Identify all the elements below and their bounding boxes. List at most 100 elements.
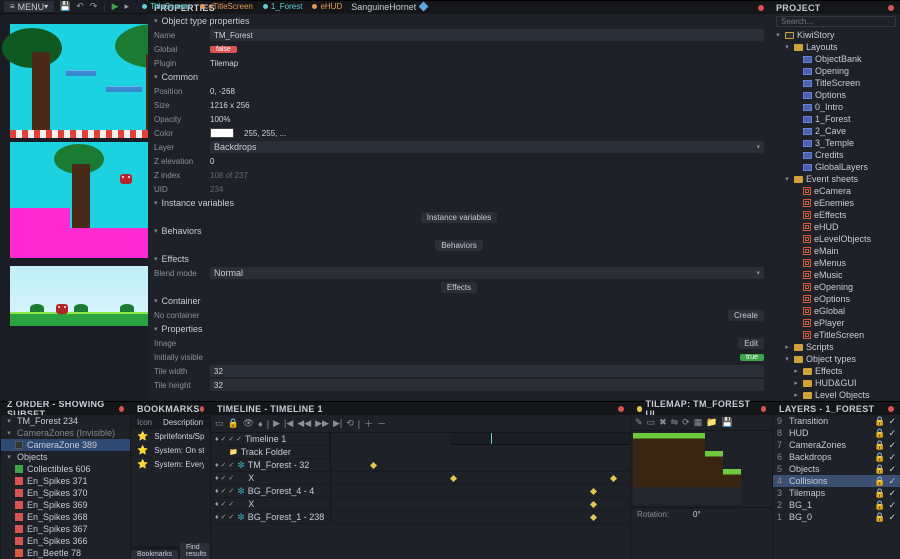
section-instance[interactable]: Instance variables (148, 196, 770, 210)
eye-icon: ✓ (888, 440, 896, 451)
eventsheet-icon (803, 259, 811, 267)
save-icon[interactable]: 💾 (60, 2, 70, 12)
tab-ehud[interactable]: eHUD (309, 2, 345, 11)
eye-icon: ✓ (888, 428, 896, 439)
preview-icon[interactable]: ▶ (112, 2, 119, 12)
eye-icon: ✓ (888, 416, 896, 427)
lock-icon: 🔒 (874, 428, 885, 439)
tm-erase-icon[interactable]: ✖ (659, 417, 667, 428)
lock-icon: 🔒 (874, 416, 885, 427)
layer-transition[interactable]: 9Transition🔒✓ (773, 415, 900, 427)
color-swatch[interactable] (210, 128, 234, 138)
layer-bg_1[interactable]: 2BG_1🔒✓ (773, 499, 900, 511)
edit-image-button[interactable]: Edit (738, 338, 764, 349)
eye-icon: ✓ (888, 476, 896, 487)
effects-button[interactable]: Effects (441, 282, 477, 293)
tilemap-palette[interactable] (631, 431, 772, 507)
lock-icon: 🔒 (874, 440, 885, 451)
layer-objects[interactable]: 5Objects🔒✓ (773, 463, 900, 475)
layer-tilemaps[interactable]: 3Tilemaps🔒✓ (773, 487, 900, 499)
tilemap-toolbar: ✎ ▭ ✖ ⇋ ⟳ ▦ 📁 💾 (631, 415, 772, 431)
eventsheet-icon (803, 283, 811, 291)
project-search-input[interactable] (776, 16, 896, 27)
undo-icon[interactable]: ↶ (76, 2, 84, 12)
tab-etitlescreen[interactable]: eTitleScreen (197, 2, 256, 11)
tm-patch-icon[interactable]: ▦ (694, 417, 703, 428)
tile-width-input[interactable] (210, 365, 764, 377)
section-behaviors[interactable]: Behaviors (148, 224, 770, 238)
section-container[interactable]: Container (148, 294, 770, 308)
layout-icon (803, 80, 812, 87)
tl-loop-icon[interactable]: ⟲ (346, 418, 354, 429)
folder-icon (803, 392, 812, 399)
eventsheet-icon (803, 187, 811, 195)
eventsheet-icon (803, 211, 811, 219)
tm-open-icon[interactable]: 📁 (706, 417, 717, 428)
properties-pane: Object type properties NameGlobalfalsePl… (148, 14, 770, 401)
bookmarks-tabs: Bookmarks Find results (131, 546, 210, 559)
user-badge[interactable]: SanguineHornet (351, 2, 427, 12)
folder-icon (794, 344, 803, 351)
menu-button[interactable]: ≡ MENU ▾ (4, 1, 54, 12)
layout-canvas[interactable]: ✎Edit＋Insert new objectAdd▸≡Timeline▸≣Z … (0, 14, 148, 401)
tl-play-icon[interactable]: ▶ (273, 418, 280, 429)
tm-flip-icon[interactable]: ⇋ (671, 417, 679, 428)
layer-hud[interactable]: 8HUD🔒✓ (773, 427, 900, 439)
tl-next-icon[interactable]: ▶▶ (315, 418, 329, 429)
tl-zoomin-icon[interactable]: ＋ (364, 417, 373, 430)
layer-collisions[interactable]: 4Collisions🔒✓ (773, 475, 900, 487)
eye-icon: ✓ (888, 488, 896, 499)
layout-icon (803, 164, 812, 171)
eye-icon: ✓ (888, 464, 896, 475)
lock-icon: 🔒 (874, 512, 885, 523)
lock-icon: 🔒 (874, 476, 885, 487)
lock-icon: 🔒 (874, 488, 885, 499)
tm-pencil-icon[interactable]: ✎ (635, 417, 643, 428)
create-container-button[interactable]: Create (728, 310, 764, 321)
tilemap-pane: TILEMAP: TM_FOREST UI... ✎ ▭ ✖ ⇋ ⟳ ▦ 📁 💾 (630, 401, 772, 559)
redo-icon[interactable]: ↷ (90, 2, 98, 12)
section-common[interactable]: Common (148, 70, 770, 84)
tl-key-icon[interactable]: ♦ (258, 419, 263, 429)
user-avatar-icon (419, 2, 429, 12)
tab-titlescreen[interactable]: TitleScreen (139, 2, 193, 11)
tl-pointer-icon[interactable]: ▭ (215, 418, 224, 429)
tl-start-icon[interactable]: |◀ (284, 418, 293, 429)
debug-icon[interactable]: ▸ (125, 2, 130, 12)
layers-pane: LAYERS - 1_FOREST 9Transition🔒✓8HUD🔒✓7Ca… (772, 401, 900, 559)
tm-rect-icon[interactable]: ▭ (647, 417, 656, 428)
tab-1_forest[interactable]: 1_Forest (260, 2, 306, 11)
eventsheet-icon (803, 223, 811, 231)
behaviors-button[interactable]: Behaviors (435, 240, 483, 251)
initially-visible-toggle[interactable]: true (740, 354, 764, 361)
timeline-pane: TIMELINE - TIMELINE 1 ▭ 🔒 👁 ♦ | ▶ |◀ ◀◀ … (210, 401, 630, 559)
main-toolbar: ≡ MENU ▾ 💾 ↶ ↷ | ▶ ▸ TitleScreeneTitleSc… (0, 0, 148, 14)
tl-eye-icon[interactable]: 👁 (243, 418, 254, 429)
section-effects[interactable]: Effects (148, 252, 770, 266)
eventsheet-icon (803, 235, 811, 243)
prop-Name[interactable] (210, 29, 764, 41)
layout-icon (803, 56, 812, 63)
tile-height-input[interactable] (210, 379, 764, 391)
bookmarks-pane: BOOKMARKS IconDescription ⭐Spritefonts/S… (130, 401, 210, 559)
layer-backdrops[interactable]: 6Backdrops🔒✓ (773, 451, 900, 463)
layout-icon (803, 68, 812, 75)
section-objtype[interactable]: Object type properties (148, 14, 770, 28)
tl-prev-icon[interactable]: ◀◀ (297, 418, 311, 429)
tab-bookmarks[interactable]: Bookmarks (131, 550, 178, 559)
tm-rot-icon[interactable]: ⟳ (682, 417, 690, 428)
layout-icon (803, 140, 812, 147)
tm-save-icon[interactable]: 💾 (721, 417, 732, 428)
tl-zoomout-icon[interactable]: － (377, 417, 386, 430)
section-props[interactable]: Properties (148, 322, 770, 336)
tl-lock-icon[interactable]: 🔒 (228, 418, 239, 429)
blend-mode-dropdown[interactable]: Normal▾ (210, 267, 764, 279)
instance-vars-button[interactable]: Instance variables (421, 212, 497, 223)
tab-find-results[interactable]: Find results (180, 543, 210, 559)
folder-icon (803, 368, 812, 375)
tl-end-icon[interactable]: ▶| (333, 418, 342, 429)
layer-camerazones[interactable]: 7CameraZones🔒✓ (773, 439, 900, 451)
layout-tabs: TitleScreen eTitleScreen 1_ForesteHUD (139, 2, 345, 11)
layer-dropdown[interactable]: Backdrops▾ (210, 141, 764, 153)
layer-bg_0[interactable]: 1BG_0🔒✓ (773, 511, 900, 523)
